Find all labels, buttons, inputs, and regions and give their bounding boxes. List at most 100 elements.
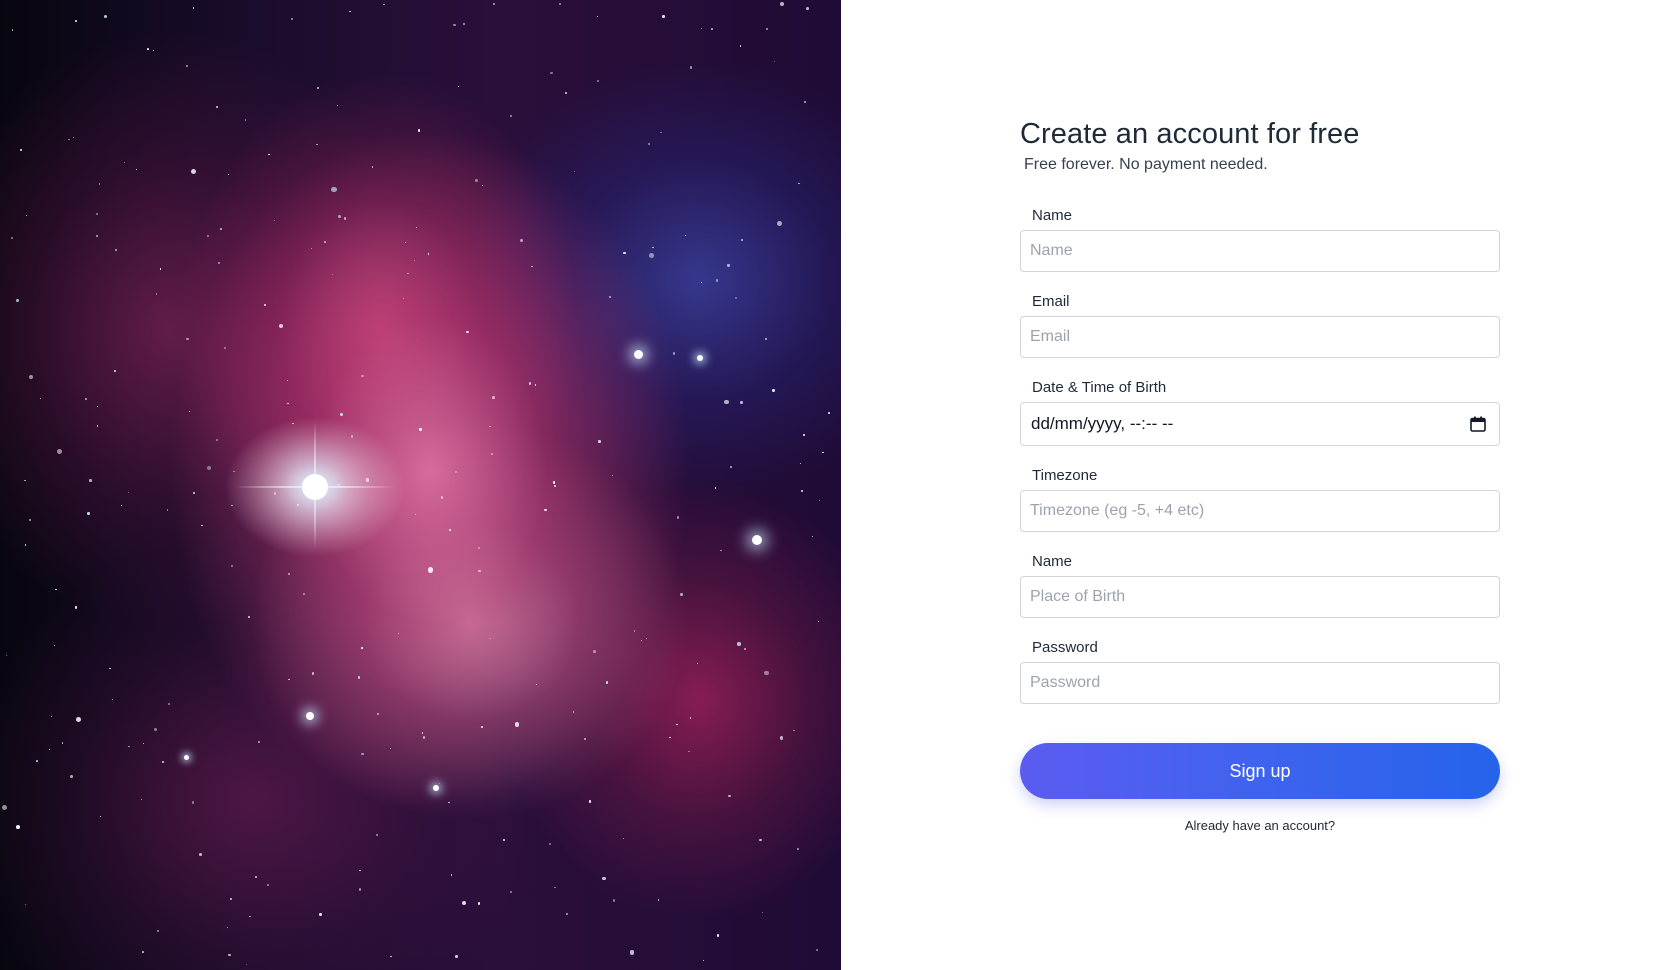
- star: [200, 524, 203, 527]
- star: [168, 702, 171, 705]
- star: [36, 759, 39, 762]
- star: [419, 428, 422, 431]
- birth-datetime-input[interactable]: dd/mm/yyyy, --:-- --: [1020, 402, 1500, 446]
- nebula-image: [0, 0, 841, 970]
- star: [191, 169, 197, 175]
- star: [773, 60, 776, 63]
- star: [390, 747, 392, 749]
- star: [554, 886, 556, 889]
- star: [157, 929, 160, 932]
- star: [147, 48, 149, 51]
- star: [759, 839, 762, 842]
- birth-datetime-field: Date & Time of Birth dd/mm/yyyy, --:-- -…: [1020, 378, 1500, 446]
- calendar-icon[interactable]: [1469, 415, 1487, 433]
- star: [480, 725, 483, 728]
- star: [806, 7, 809, 11]
- star: [72, 136, 75, 139]
- signup-button[interactable]: Sign up: [1020, 743, 1500, 799]
- star: [292, 423, 294, 425]
- star: [154, 728, 157, 731]
- password-field: Password: [1020, 638, 1500, 704]
- star: [1, 804, 7, 810]
- star: [244, 119, 247, 121]
- star: [68, 138, 70, 141]
- star: [623, 838, 625, 840]
- star: [422, 736, 426, 739]
- timezone-input[interactable]: [1020, 490, 1500, 532]
- star: [414, 513, 417, 516]
- star: [310, 247, 313, 250]
- signup-form: Create an account for free Free forever.…: [1020, 114, 1500, 833]
- star: [87, 512, 91, 516]
- timezone-label: Timezone: [1032, 467, 1098, 484]
- login-link[interactable]: Already have an account?: [1020, 818, 1500, 833]
- star: [359, 869, 361, 872]
- email-input[interactable]: [1020, 316, 1500, 358]
- star: [454, 470, 457, 473]
- star: [24, 479, 26, 482]
- star: [218, 261, 221, 264]
- star: [113, 369, 116, 373]
- star: [565, 913, 568, 916]
- star: [155, 293, 157, 295]
- star: [440, 496, 444, 499]
- star: [95, 212, 99, 215]
- star: [535, 683, 538, 686]
- page-subtitle: Free forever. No payment needed.: [1024, 156, 1268, 173]
- star: [365, 478, 370, 482]
- password-input[interactable]: [1020, 662, 1500, 704]
- star: [687, 750, 690, 753]
- star: [319, 912, 322, 916]
- name-input[interactable]: [1020, 230, 1500, 272]
- star: [457, 85, 460, 88]
- star: [475, 178, 479, 182]
- place-of-birth-field: Name: [1020, 552, 1500, 618]
- star: [549, 843, 551, 846]
- star: [490, 452, 494, 456]
- star: [99, 183, 101, 185]
- star: [11, 28, 14, 31]
- star: [231, 504, 233, 506]
- star: [514, 722, 520, 727]
- star: [743, 648, 746, 651]
- star: [798, 182, 800, 185]
- star: [257, 740, 261, 744]
- star: [584, 738, 587, 741]
- star: [462, 900, 467, 906]
- star: [602, 876, 606, 881]
- star: [641, 640, 643, 642]
- page-title: Create an account for free: [1020, 118, 1360, 150]
- star: [660, 131, 662, 134]
- star: [822, 451, 824, 454]
- star: [358, 676, 361, 679]
- star: [421, 732, 424, 734]
- star: [199, 853, 202, 856]
- star: [20, 149, 22, 151]
- star: [777, 220, 782, 226]
- star: [96, 235, 99, 238]
- star: [361, 374, 364, 378]
- star: [230, 897, 233, 901]
- star: [827, 412, 830, 415]
- star: [315, 143, 318, 146]
- star: [492, 396, 495, 400]
- star: [427, 567, 433, 573]
- star: [796, 848, 799, 850]
- star: [50, 715, 52, 717]
- star: [477, 546, 481, 550]
- star: [572, 711, 575, 714]
- star: [720, 549, 722, 552]
- place-of-birth-label: Name: [1032, 553, 1073, 570]
- star: [99, 815, 101, 817]
- star: [647, 142, 651, 146]
- star: [645, 637, 648, 640]
- star: [227, 926, 229, 929]
- place-of-birth-input[interactable]: [1020, 576, 1500, 618]
- star: [186, 337, 189, 341]
- star: [69, 775, 73, 778]
- star: [5, 654, 8, 657]
- star: [407, 272, 409, 275]
- star: [552, 481, 556, 484]
- star: [453, 23, 456, 27]
- star: [779, 736, 783, 740]
